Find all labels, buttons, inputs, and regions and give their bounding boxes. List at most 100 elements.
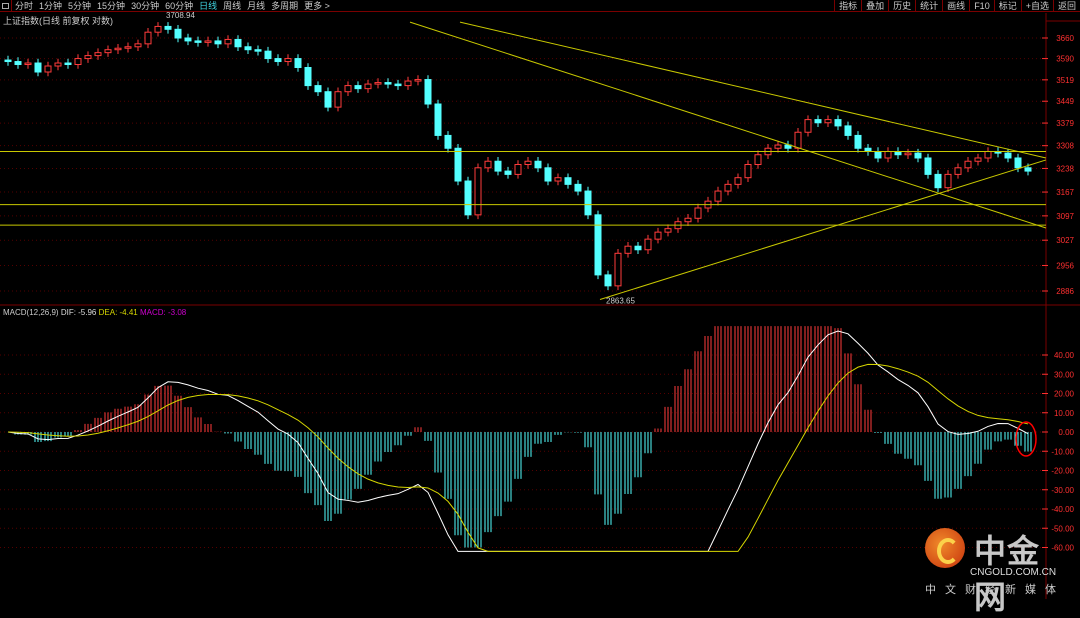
candle-body [4, 59, 12, 63]
candle-body [194, 40, 202, 43]
trend-line [459, 21, 1047, 159]
candle-body [234, 38, 242, 48]
price-tick-label: 3590 [1056, 55, 1074, 64]
candle-body [354, 85, 362, 90]
candle-body [834, 119, 842, 127]
price-tick-label: 3379 [1056, 119, 1074, 128]
highlight-circle [1015, 421, 1037, 457]
candle-body [334, 91, 342, 108]
stock-chart[interactable]: 3660 3590 3519 3449 3379 3308 3238 3167 3097 3027… [0, 0, 1080, 599]
candle-body [24, 62, 32, 66]
candle-body [314, 85, 322, 93]
cngold-logo: 中金网 CNGOLD.COM.CN 中文财经新媒体 [922, 526, 1072, 616]
candle-body [734, 177, 742, 185]
candle-body [904, 152, 912, 156]
candle-body [284, 58, 292, 63]
candle-body [14, 61, 22, 66]
candle-body [974, 157, 982, 162]
price-tick-label: 3238 [1056, 164, 1074, 173]
candle-body [274, 58, 282, 63]
price-tick-label: 3519 [1056, 76, 1074, 85]
price-tick-label: 3027 [1056, 236, 1074, 245]
candle-body [694, 207, 702, 219]
candle-body [514, 164, 522, 175]
candle-body [94, 52, 102, 57]
candle-body [684, 217, 692, 223]
price-tick-label: 3308 [1056, 142, 1074, 151]
candle-body [104, 49, 112, 54]
candle-body [924, 157, 932, 175]
candle-body [914, 152, 922, 159]
candle-body [454, 147, 462, 182]
candle-body [184, 37, 192, 42]
candle-body [164, 25, 172, 30]
candle-body [294, 58, 302, 68]
logo-tagline: 中文财经新媒体 [925, 584, 1065, 596]
candle-body [844, 125, 852, 136]
candle-body [364, 83, 372, 90]
candle-body [1004, 152, 1012, 159]
logo-url: CNGOLD.COM.CN [970, 567, 1057, 578]
candle-body [384, 82, 392, 85]
price-tick-label: 3097 [1056, 212, 1074, 221]
candle-body [474, 167, 482, 216]
candle-body [464, 180, 472, 216]
candle-body [444, 134, 452, 149]
candle-body [584, 190, 592, 216]
candle-body [644, 238, 652, 251]
candle-body [204, 40, 212, 43]
macd-tick-label: -30.00 [1051, 486, 1074, 495]
price-tick-label: 3167 [1056, 188, 1074, 197]
price-tick-label: 3660 [1056, 34, 1074, 43]
candle-body [984, 150, 992, 159]
candle-body [884, 150, 892, 159]
candle-body [954, 167, 962, 175]
macd-tick-label: 30.00 [1054, 370, 1075, 379]
macd-tick-label: 10.00 [1054, 409, 1075, 418]
logo-icon [925, 528, 965, 568]
candle-body [74, 58, 82, 66]
price-tick-label: 2886 [1056, 287, 1074, 296]
candle-body [34, 62, 42, 73]
candle-body [544, 167, 552, 182]
candle-body [714, 190, 722, 202]
price-annotation: 3708.94 [166, 11, 195, 20]
macd-tick-label: 20.00 [1054, 390, 1075, 399]
candle-body [664, 228, 672, 233]
candle-body [254, 49, 262, 52]
candle-body [554, 177, 562, 182]
candle-body [1024, 167, 1032, 172]
candle-body [814, 119, 822, 124]
candle-body [594, 214, 602, 276]
candle-body [724, 183, 732, 192]
candle-body [414, 79, 422, 82]
candle-body [144, 31, 152, 45]
candle-body [124, 46, 132, 49]
candle-body [1014, 157, 1022, 169]
candle-body [494, 160, 502, 172]
candle-body [964, 160, 972, 169]
candle-body [654, 231, 662, 240]
candle-body [774, 144, 782, 149]
candle-body [404, 80, 412, 87]
candle-body [804, 119, 812, 133]
price-tick-label: 3449 [1056, 97, 1074, 106]
candle-body [424, 79, 432, 105]
price-tick-label: 2956 [1056, 261, 1074, 270]
candle-body [54, 62, 62, 67]
candle-body [624, 245, 632, 254]
candle-body [504, 170, 512, 175]
trend-line [409, 21, 1047, 229]
candle-body [484, 160, 492, 169]
macd-tick-label: -20.00 [1051, 467, 1074, 476]
candle-body [154, 25, 162, 33]
candle-body [754, 154, 762, 166]
candle-body [244, 46, 252, 51]
macd-tick-label: 40.00 [1054, 351, 1075, 360]
candle-body [324, 91, 332, 108]
candle-body [214, 40, 222, 45]
macd-tick-label: 0.00 [1058, 428, 1074, 437]
macd-tick-label: -10.00 [1051, 447, 1074, 456]
candle-body [524, 160, 532, 166]
candle-body [854, 134, 862, 149]
